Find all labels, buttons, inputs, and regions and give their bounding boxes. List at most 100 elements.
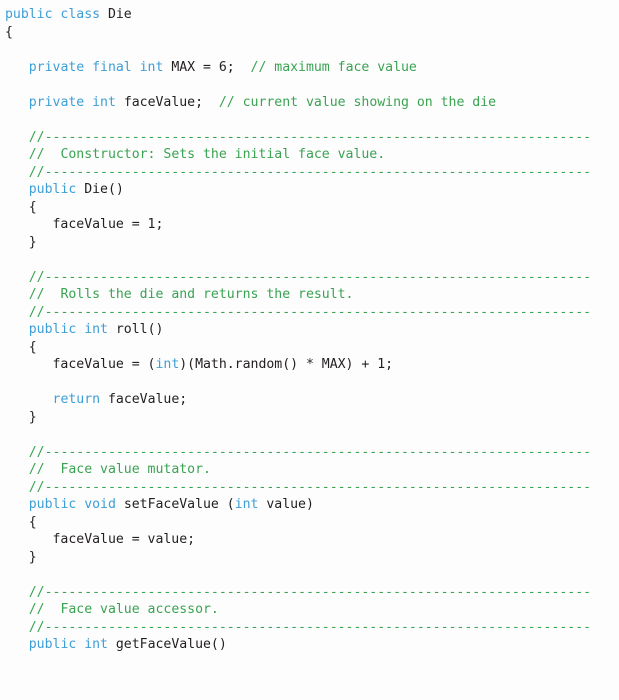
code-line: public int getFaceValue() bbox=[0, 636, 619, 654]
code-token-plain: faceValue = value; bbox=[5, 532, 196, 547]
code-line: //--------------------------------------… bbox=[0, 269, 619, 287]
code-line: public class Die bbox=[0, 6, 619, 24]
code-line: } bbox=[0, 234, 619, 252]
code-token-keyword: private final int bbox=[28, 59, 172, 75]
code-token-plain: faceValue; bbox=[100, 392, 188, 407]
code-line: { bbox=[0, 514, 619, 532]
code-body: public class Die{ private final int MAX … bbox=[0, 6, 619, 654]
code-token-comment: //--------------------------------------… bbox=[28, 619, 592, 635]
code-line: //--------------------------------------… bbox=[0, 304, 619, 322]
code-token-keyword: public void bbox=[28, 497, 124, 512]
code-token-plain: getFaceValue() bbox=[115, 637, 227, 652]
code-token-keyword: int bbox=[155, 357, 180, 372]
code-line: // Constructor: Sets the initial face va… bbox=[0, 146, 619, 164]
code-line: //--------------------------------------… bbox=[0, 164, 619, 182]
code-token-plain: Die bbox=[107, 7, 132, 22]
code-token-plain: )(Math.random() * MAX) + 1; bbox=[179, 357, 394, 372]
code-line: } bbox=[0, 409, 619, 427]
code-token-keyword: public int bbox=[28, 637, 116, 652]
code-line: public int roll() bbox=[0, 321, 619, 339]
code-token-plain: value) bbox=[258, 497, 314, 512]
code-token-plain: setFaceValue ( bbox=[123, 497, 235, 512]
code-line: //--------------------------------------… bbox=[0, 479, 619, 497]
code-token-keyword: return bbox=[52, 392, 101, 407]
code-line: faceValue = 1; bbox=[0, 216, 619, 234]
code-line: { bbox=[0, 24, 619, 42]
code-line: return faceValue; bbox=[0, 391, 619, 409]
code-token-comment: //--------------------------------------… bbox=[28, 164, 592, 180]
code-token-plain: faceValue = 1; bbox=[5, 217, 164, 232]
code-line: //--------------------------------------… bbox=[0, 129, 619, 147]
code-listing: public class Die{ private final int MAX … bbox=[0, 0, 619, 700]
code-token-plain: MAX = 6; bbox=[171, 59, 251, 75]
code-token-comment: // Constructor: Sets the initial face va… bbox=[28, 147, 386, 162]
code-token-comment: //--------------------------------------… bbox=[28, 479, 592, 495]
code-line: //--------------------------------------… bbox=[0, 619, 619, 637]
code-token-comment: // maximum face value bbox=[250, 59, 417, 75]
code-token-keyword: public int bbox=[28, 322, 116, 337]
code-line: faceValue = (int)(Math.random() * MAX) +… bbox=[0, 356, 619, 374]
code-line: faceValue = value; bbox=[0, 531, 619, 549]
code-token-plain: } bbox=[5, 409, 37, 425]
code-token-plain: roll() bbox=[115, 322, 164, 337]
code-line: private int faceValue; // current value … bbox=[0, 94, 619, 112]
code-token-comment: // Face value accessor. bbox=[28, 602, 219, 617]
code-token-comment: // Face value mutator. bbox=[28, 462, 211, 477]
code-token-plain: Die() bbox=[84, 182, 124, 197]
code-token-plain: { bbox=[5, 199, 37, 215]
code-token-comment: // current value showing on the die bbox=[218, 94, 497, 110]
code-token-comment: //--------------------------------------… bbox=[28, 269, 592, 285]
code-line: { bbox=[0, 339, 619, 357]
code-line: public void setFaceValue (int value) bbox=[0, 496, 619, 514]
code-token-plain: { bbox=[5, 514, 37, 530]
code-line: //--------------------------------------… bbox=[0, 584, 619, 602]
code-line: } bbox=[0, 549, 619, 567]
code-line: public Die() bbox=[0, 181, 619, 199]
code-token-keyword: private int bbox=[28, 94, 124, 110]
code-line: // Face value accessor. bbox=[0, 601, 619, 619]
code-token-plain: } bbox=[5, 549, 37, 565]
code-line: //--------------------------------------… bbox=[0, 444, 619, 462]
code-token-plain: faceValue; bbox=[123, 94, 219, 110]
code-line: // Rolls the die and returns the result. bbox=[0, 286, 619, 304]
code-token-keyword: int bbox=[234, 497, 259, 512]
code-token-keyword: public class bbox=[5, 7, 108, 22]
code-token-plain: faceValue = ( bbox=[5, 357, 156, 372]
code-token-plain: } bbox=[5, 234, 37, 250]
code-line: { bbox=[0, 199, 619, 217]
code-token-plain: { bbox=[5, 339, 37, 355]
code-line: // Face value mutator. bbox=[0, 461, 619, 479]
code-token-comment: //--------------------------------------… bbox=[28, 444, 592, 460]
code-line: private final int MAX = 6; // maximum fa… bbox=[0, 59, 619, 77]
code-token-comment: // Rolls the die and returns the result. bbox=[28, 287, 354, 302]
code-token-comment: //--------------------------------------… bbox=[28, 304, 592, 320]
code-token-keyword: public bbox=[28, 182, 85, 197]
code-token-plain: { bbox=[5, 24, 13, 40]
code-token-comment: //--------------------------------------… bbox=[28, 584, 592, 600]
